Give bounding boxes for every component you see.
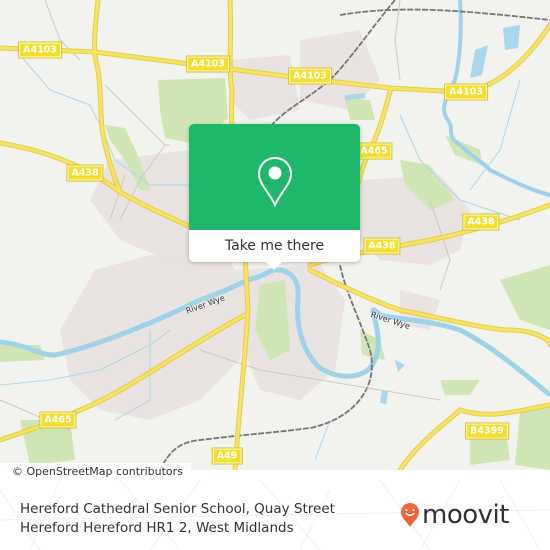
address: Hereford Cathedral Senior School, Quay S… bbox=[20, 500, 335, 538]
location-popup: Take me there bbox=[189, 124, 360, 270]
road-label-a4103: A4103 bbox=[18, 41, 62, 59]
road-label-a465: A465 bbox=[39, 411, 77, 429]
road-label-a4103: A4103 bbox=[288, 67, 332, 85]
take-me-there-button[interactable]: Take me there bbox=[189, 230, 360, 262]
road-label-a465: A465 bbox=[355, 142, 393, 160]
brand-name: moovit bbox=[422, 500, 509, 530]
popup-notch bbox=[266, 262, 282, 270]
road-label-a4103: A4103 bbox=[186, 55, 230, 73]
map-pin-icon bbox=[257, 156, 293, 208]
road-label-a438: A438 bbox=[462, 213, 500, 231]
footer: Hereford Cathedral Senior School, Quay S… bbox=[0, 480, 550, 550]
moovit-logo[interactable]: moovit bbox=[400, 502, 509, 528]
moovit-pin-icon bbox=[401, 503, 419, 527]
road-label-b4399: B4399 bbox=[465, 422, 509, 440]
road-label-a438: A438 bbox=[363, 237, 401, 255]
map-attribution[interactable]: © OpenStreetMap contributors bbox=[0, 463, 191, 480]
road-label-a49: A49 bbox=[211, 447, 243, 465]
address-line-2: Hereford Hereford HR1 2, West Midlands bbox=[20, 520, 294, 536]
road-label-a4103: A4103 bbox=[444, 83, 488, 101]
map-view[interactable]: A4103 A4103 A4103 A4103 A438 A465 A438 A… bbox=[0, 0, 550, 470]
popup-header bbox=[189, 124, 360, 230]
address-line-1: Hereford Cathedral Senior School, Quay S… bbox=[20, 501, 335, 517]
road-label-a438: A438 bbox=[66, 164, 104, 182]
